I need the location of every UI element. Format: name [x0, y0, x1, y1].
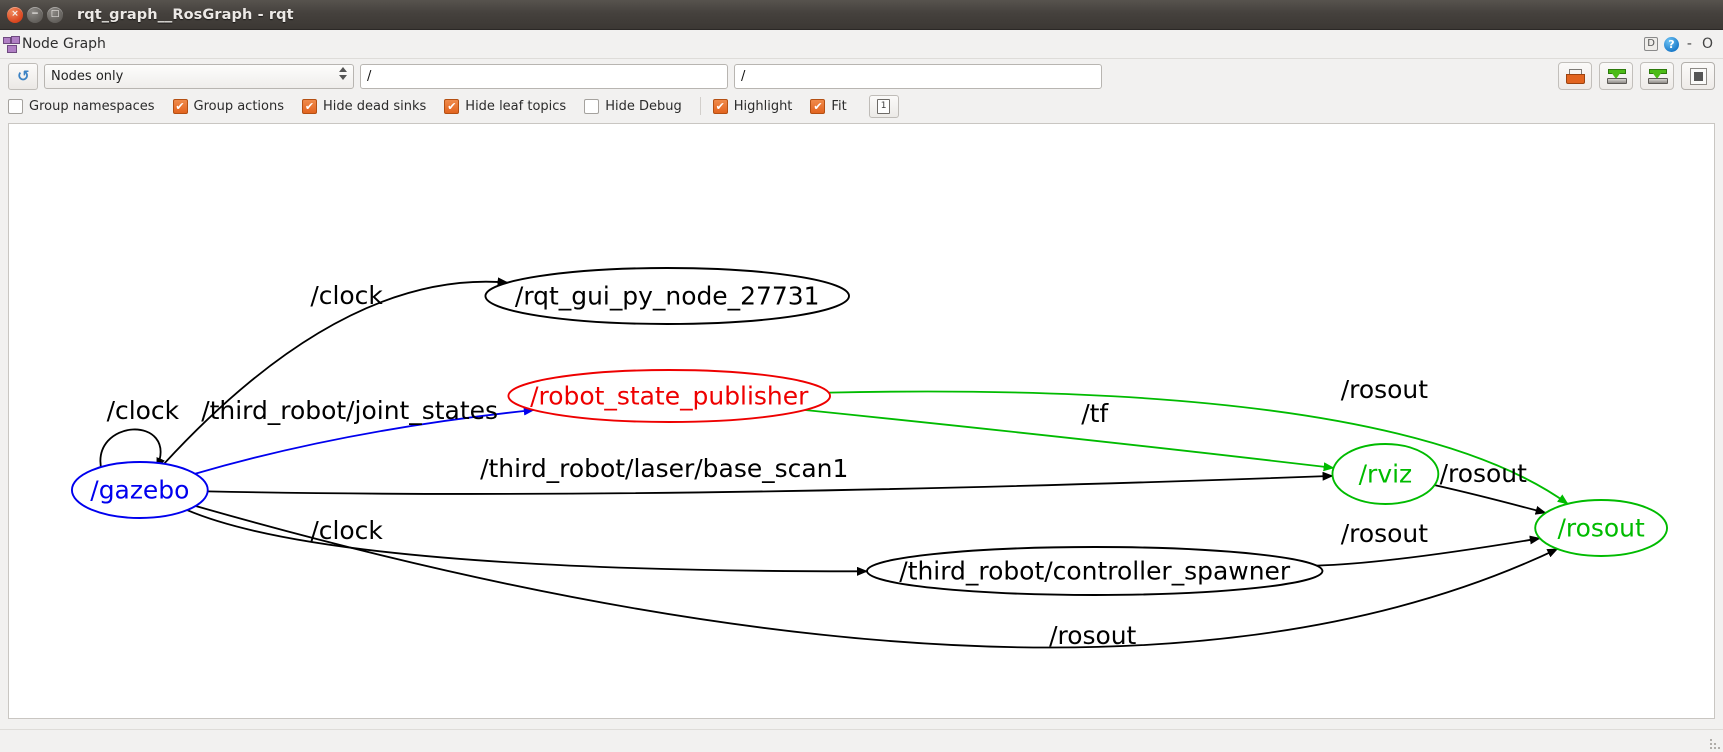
checkbox-label: Hide dead sinks — [323, 98, 427, 114]
save-image-icon — [1648, 68, 1668, 84]
window-controls: × − □ — [0, 6, 63, 23]
checkbox-label: Fit — [831, 98, 847, 114]
graph-edge-label: /clock — [310, 281, 383, 310]
checkbox-icon: ✔ — [8, 98, 23, 114]
checkbox-label: Group actions — [193, 98, 285, 114]
stop-square-icon — [1689, 67, 1707, 85]
plugin-header: Node Graph D ? - O — [0, 30, 1723, 59]
graph-type-combo-wrap: Nodes onlyNodes/Topics (active)Nodes/Top… — [44, 63, 354, 89]
namespace-filter-input[interactable] — [360, 63, 728, 89]
graph-node[interactable]: /rqt_gui_py_node_27731 — [484, 267, 850, 325]
help-icon[interactable]: ? — [1663, 36, 1679, 52]
graph-node[interactable]: /rviz — [1331, 443, 1440, 505]
graph-node[interactable]: /third_robot/controller_spawner — [866, 546, 1324, 596]
dock-icon[interactable]: D — [1644, 37, 1658, 51]
save-dot-button[interactable] — [1599, 62, 1633, 90]
plugin-header-controls: D ? - O — [1644, 30, 1715, 58]
check-icon: ✔ — [813, 99, 823, 113]
graph-edge-label: /clock — [107, 396, 180, 425]
check-icon: ✔ — [175, 99, 185, 113]
graph-edge-label: /third_robot/laser/base_scan1 — [480, 454, 848, 483]
window-maximize-button[interactable]: □ — [47, 6, 63, 23]
graph-edge[interactable] — [186, 509, 868, 576]
refresh-icon: ↻ — [16, 66, 30, 85]
graph-edge-label: /rosout — [1341, 519, 1428, 548]
checkbox-icon: ✔ — [584, 98, 600, 114]
graph-edge-label: /rosout — [1049, 621, 1136, 650]
plugin-title: Node Graph — [22, 36, 106, 52]
checkbox-label: Group namespaces — [29, 98, 155, 114]
graph-node[interactable]: /rosout — [1534, 499, 1669, 557]
refresh-button[interactable]: ↻ — [8, 62, 38, 90]
checkbox-label: Highlight — [733, 98, 793, 114]
checkbox-label: Hide leaf topics — [465, 98, 567, 114]
node-graph-icon — [3, 36, 20, 53]
graph-node-label: /rviz — [1359, 460, 1412, 489]
check-icon: ✔ — [304, 99, 315, 113]
graph-edge[interactable] — [1434, 484, 1547, 515]
status-bar — [0, 729, 1723, 752]
checkbox-fit[interactable]: ✔ Fit — [810, 98, 847, 114]
checkbox-icon: ✔ — [444, 98, 460, 114]
graph-node[interactable]: /gazebo — [70, 461, 209, 519]
graph-options-bar: ✔ Group namespaces ✔ Group actions ✔ Hide dea… — [0, 93, 1723, 119]
graph-node-label: /gazebo — [90, 476, 189, 505]
ros-node-graph[interactable]: /gazebo/rqt_gui_py_node_27731/robot_stat… — [9, 124, 1714, 718]
count-badge: 1 — [877, 98, 891, 114]
checkbox-icon: ✔ — [712, 98, 728, 114]
plugin-minimize-icon[interactable]: - — [1685, 36, 1694, 52]
save-dot-icon — [1607, 68, 1627, 84]
resize-grip[interactable] — [1706, 735, 1720, 749]
graph-type-select[interactable]: Nodes onlyNodes/Topics (active)Nodes/Top… — [44, 63, 354, 89]
checkbox-label: Hide Debug — [605, 98, 682, 114]
save-image-button[interactable] — [1640, 62, 1674, 90]
plugin-close-icon[interactable]: O — [1700, 36, 1715, 52]
graph-count-button[interactable]: 1 — [868, 94, 899, 118]
checkbox-hide-dead-sinks[interactable]: ✔ Hide dead sinks — [302, 98, 427, 114]
checkbox-hide-debug[interactable]: ✔ Hide Debug — [584, 98, 682, 114]
graph-edge-label: /clock — [310, 516, 383, 545]
graph-edge-label: /rosout — [1341, 375, 1428, 404]
maximize-icon: □ — [50, 9, 60, 19]
checkbox-group-actions[interactable]: ✔ Group actions — [172, 98, 285, 114]
folder-open-icon — [1565, 68, 1585, 84]
graph-toolbar-actions — [1558, 62, 1715, 90]
graph-edge-label: /rosout — [1440, 459, 1527, 488]
window-minimize-button[interactable]: − — [27, 6, 43, 23]
minimize-icon: − — [31, 9, 39, 19]
checkbox-highlight[interactable]: ✔ Highlight — [712, 98, 793, 114]
load-dot-button[interactable] — [1558, 62, 1592, 90]
graph-node-label: /robot_state_publisher — [530, 382, 809, 411]
graph-node-label: /rqt_gui_py_node_27731 — [515, 282, 820, 311]
graph-node-label: /rosout — [1558, 514, 1645, 543]
fit-in-view-button[interactable] — [1681, 62, 1715, 90]
checkbox-group-namespaces[interactable]: ✔ Group namespaces — [8, 98, 155, 114]
close-icon: × — [11, 9, 19, 19]
graph-edge-label: /third_robot/joint_states — [201, 396, 498, 425]
graph-edge-label: /tf — [1081, 399, 1109, 428]
graph-canvas[interactable]: /gazebo/rqt_gui_py_node_27731/robot_stat… — [8, 123, 1715, 719]
check-icon: ✔ — [447, 99, 457, 113]
options-separator — [699, 97, 701, 115]
checkbox-hide-leaf-topics[interactable]: ✔ Hide leaf topics — [444, 98, 567, 114]
graph-toolbar: ↻ Nodes onlyNodes/Topics (active)Nodes/T… — [0, 59, 1723, 93]
graph-node[interactable]: /robot_state_publisher — [507, 369, 831, 423]
check-icon: ✔ — [715, 99, 725, 113]
window-title: rqt_graph__RosGraph - rqt — [77, 6, 294, 23]
checkbox-icon: ✔ — [302, 98, 317, 114]
topic-filter-input[interactable] — [734, 63, 1102, 89]
checkbox-icon: ✔ — [810, 98, 826, 114]
graph-edge[interactable] — [804, 409, 1335, 472]
window-close-button[interactable]: × — [7, 6, 23, 23]
window-titlebar: × − □ rqt_graph__RosGraph - rqt — [0, 0, 1723, 30]
checkbox-icon: ✔ — [172, 98, 188, 114]
graph-node-label: /third_robot/controller_spawner — [899, 557, 1291, 586]
